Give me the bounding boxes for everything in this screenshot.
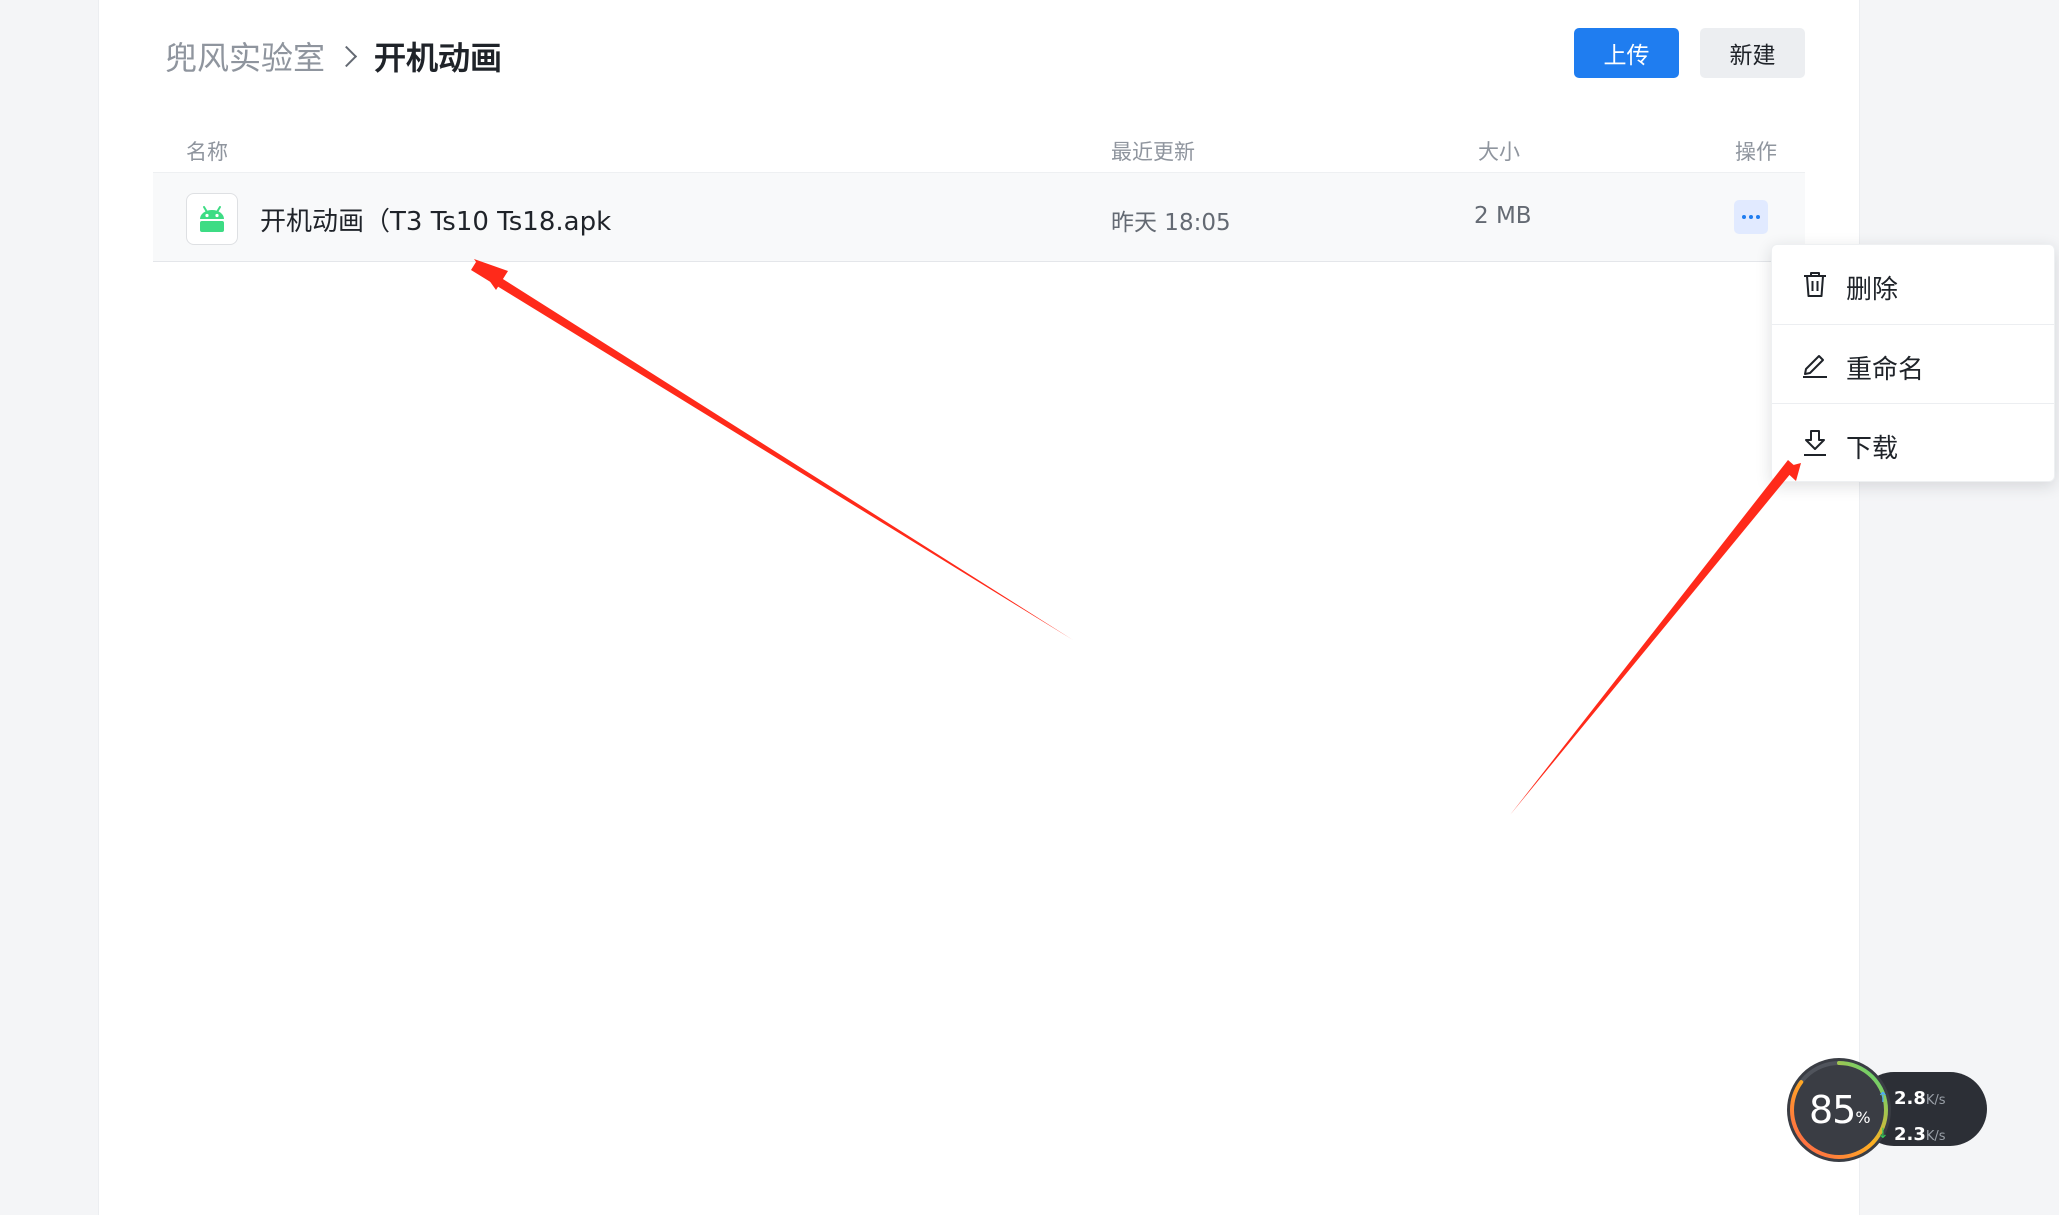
- download-icon: [1804, 430, 1826, 456]
- upload-speed: 2.8K/s: [1894, 1088, 1946, 1109]
- upload-button[interactable]: 上传: [1574, 28, 1679, 78]
- context-menu: 删除 重命名 下载: [1771, 244, 2055, 482]
- new-button[interactable]: 新建: [1700, 28, 1805, 78]
- file-size: 2 MB: [1474, 203, 1532, 229]
- menu-item-label: 下载: [1846, 434, 1899, 464]
- menu-item-delete[interactable]: 删除: [1772, 245, 2054, 323]
- column-header-updated[interactable]: 最近更新: [1111, 136, 1195, 166]
- breadcrumb-current: 开机动画: [374, 39, 503, 77]
- breadcrumb-parent[interactable]: 兜风实验室: [165, 33, 325, 79]
- more-actions-button[interactable]: [1734, 200, 1768, 234]
- breadcrumb: 兜风实验室 开机动画: [165, 32, 502, 80]
- column-header-name[interactable]: 名称: [186, 136, 228, 166]
- menu-item-rename[interactable]: 重命名: [1772, 324, 2054, 403]
- download-speed: 2.3K/s: [1894, 1124, 1946, 1145]
- menu-item-download[interactable]: 下载: [1772, 403, 2054, 482]
- more-horizontal-icon: [1742, 215, 1760, 219]
- chevron-right-icon: [335, 45, 358, 67]
- usage-gauge: 85%: [1787, 1058, 1891, 1162]
- network-speed-widget[interactable]: 85% ↑ 2.8K/s ↓ 2.3K/s: [1787, 1058, 1997, 1162]
- menu-item-label: 重命名: [1846, 355, 1925, 385]
- table-header: 名称 最近更新 大小 操作: [153, 128, 1805, 172]
- android-icon: [186, 193, 238, 245]
- download-arrow-icon: ↓: [1877, 1126, 1889, 1142]
- file-updated: 昨天 18:05: [1111, 210, 1231, 236]
- column-header-actions: 操作: [1735, 140, 1777, 164]
- trash-icon: [1804, 272, 1826, 297]
- pencil-icon: [1803, 355, 1827, 378]
- file-name[interactable]: 开机动画（T3 Ts10 Ts18.apk: [260, 201, 611, 238]
- column-header-size[interactable]: 大小: [1478, 136, 1520, 166]
- upload-arrow-icon: ↑: [1877, 1090, 1889, 1106]
- menu-item-label: 删除: [1846, 275, 1899, 305]
- table-row[interactable]: 开机动画（T3 Ts10 Ts18.apk 昨天 18:05 2 MB: [153, 172, 1805, 262]
- usage-percent: 85%: [1809, 1088, 1871, 1132]
